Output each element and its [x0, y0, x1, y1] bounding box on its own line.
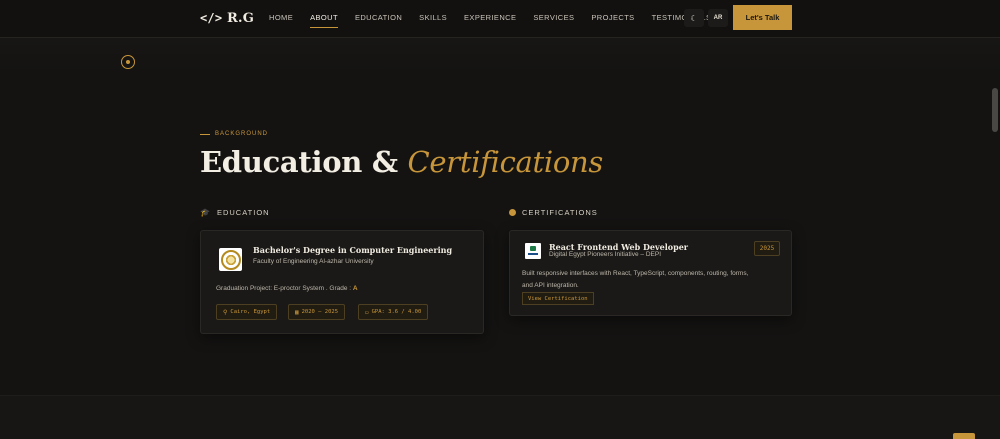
nav-link-skills[interactable]: SKILLS	[419, 13, 447, 28]
location-text: Cairo, Egypt	[230, 309, 271, 315]
next-section-band	[0, 395, 1000, 439]
logo-text: R.G	[227, 11, 255, 26]
moon-icon: ☾	[690, 13, 698, 23]
degree-title: Bachelor's Degree in Computer Engineerin…	[253, 245, 453, 255]
certifications-heading: CERTIFICATIONS	[509, 208, 598, 217]
scrollbar-thumb[interactable]	[992, 88, 998, 132]
theme-toggle-button[interactable]: ☾	[684, 9, 704, 27]
nav-link-services[interactable]: SERVICES	[533, 13, 574, 28]
date-text: 2020 – 2025	[301, 309, 339, 315]
nav-link-experience[interactable]: EXPERIENCE	[464, 13, 516, 28]
calendar-icon: ▦	[295, 308, 299, 316]
certification-description: Built responsive interfaces with React, …	[522, 268, 748, 292]
certificate-dot-icon	[509, 209, 516, 216]
language-toggle-button[interactable]: AR	[708, 9, 728, 27]
nav-link-projects[interactable]: PROJECTS	[591, 13, 634, 28]
description-line-2: and API integration.	[522, 282, 579, 289]
location-chip: ⚲ Cairo, Egypt	[216, 304, 278, 320]
lets-talk-button[interactable]: Let's Talk	[733, 5, 792, 30]
title-accent: Certifications	[407, 145, 604, 179]
education-heading: 🎓 EDUCATION	[200, 208, 270, 217]
description-line-1: Built responsive interfaces with React, …	[522, 270, 749, 277]
nav-link-education[interactable]: EDUCATION	[355, 13, 402, 28]
project-label: Graduation Project: E-proctor System . G…	[216, 285, 353, 292]
nav-links: HOME ABOUT EDUCATION SKILLS EXPERIENCE S…	[269, 13, 728, 28]
education-card: Bachelor's Degree in Computer Engineerin…	[200, 230, 484, 334]
university-seal-logo	[219, 248, 242, 271]
section-title: Education & Certifications	[200, 145, 603, 179]
certification-card: React Frontend Web Developer Digital Egy…	[509, 230, 792, 316]
title-main: Education	[200, 145, 363, 179]
document-icon: ▭	[365, 308, 369, 316]
logo[interactable]: </> R.G	[200, 11, 254, 26]
graduation-project: Graduation Project: E-proctor System . G…	[216, 283, 358, 295]
certification-year-badge: 2025	[754, 241, 780, 256]
gpa-text: GPA: 3.6 / 4.00	[371, 309, 422, 315]
navbar: </> R.G HOME ABOUT EDUCATION SKILLS EXPE…	[0, 0, 1000, 38]
certifications-heading-text: CERTIFICATIONS	[522, 208, 598, 217]
depi-logo	[525, 243, 541, 259]
logo-code-icon: </>	[200, 11, 223, 25]
hero-strip	[0, 38, 1000, 74]
eyebrow-text: BACKGROUND	[215, 131, 269, 137]
section-eyebrow: BACKGROUND	[200, 131, 268, 137]
nav-link-home[interactable]: HOME	[269, 13, 293, 28]
location-pin-icon: ⚲	[223, 308, 228, 316]
grade-value: A	[352, 285, 358, 292]
graduation-cap-icon: 🎓	[200, 208, 211, 217]
education-heading-text: EDUCATION	[216, 208, 270, 217]
gpa-chip: ▭ GPA: 3.6 / 4.00	[358, 304, 429, 320]
certification-issuer: Digital Egypt Pioneers Initiative – DEPI	[549, 251, 661, 258]
view-certification-button[interactable]: View Certification	[522, 292, 594, 305]
cursor-follower	[121, 55, 135, 69]
eyebrow-line	[200, 133, 210, 135]
scroll-to-top-button[interactable]	[953, 433, 975, 439]
faculty-name: Faculty of Engineering Al-azhar Universi…	[253, 258, 374, 265]
nav-link-about[interactable]: ABOUT	[310, 13, 338, 28]
title-amp: &	[362, 145, 408, 179]
date-chip: ▦ 2020 – 2025	[288, 304, 346, 320]
